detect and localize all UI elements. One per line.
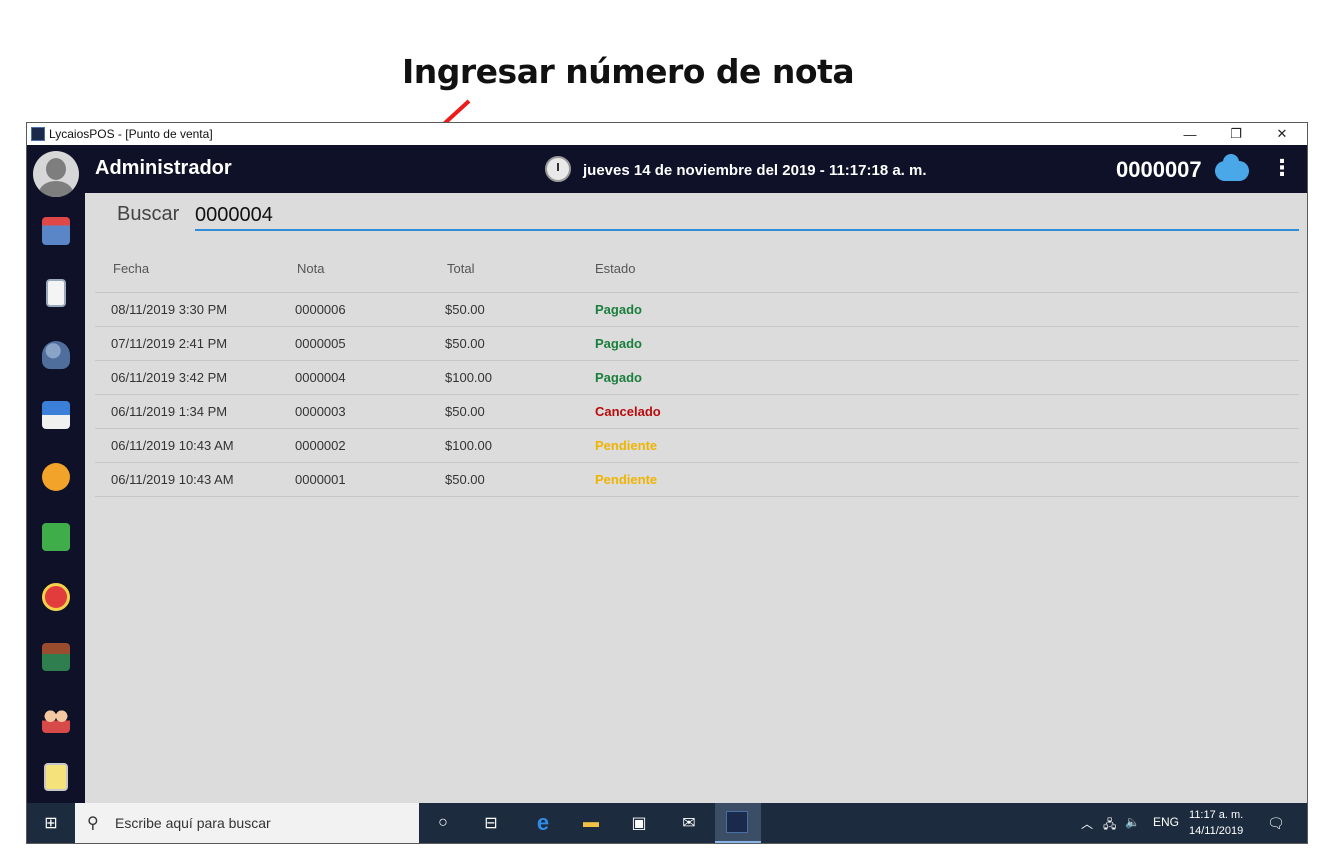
schedule-report-icon[interactable] bbox=[42, 401, 70, 429]
header-fecha[interactable]: Fecha bbox=[95, 261, 295, 276]
window-titlebar[interactable]: LycaiosPOS - [Punto de venta] — ❐ ✕ bbox=[27, 123, 1307, 145]
cortana-icon[interactable]: ○ bbox=[431, 811, 455, 835]
cell-total: $50.00 bbox=[445, 336, 485, 351]
task-view-icon[interactable]: ⊟ bbox=[479, 811, 503, 835]
file-explorer-icon[interactable]: ▬ bbox=[579, 811, 603, 835]
taskbar-search[interactable]: ⚲ Escribe aquí para buscar bbox=[75, 803, 419, 843]
phone-card-icon[interactable] bbox=[44, 763, 68, 791]
status-badge: Pagado bbox=[595, 302, 642, 317]
search-label: Buscar bbox=[117, 203, 180, 225]
main-content: Buscar Fecha Nota Total Estado 08/11/201… bbox=[85, 193, 1307, 803]
top-badge-icon[interactable] bbox=[42, 463, 70, 491]
sidebar bbox=[27, 145, 85, 803]
windows-start-icon[interactable]: ⊞ bbox=[27, 803, 75, 843]
more-menu-button[interactable]: ⋮ bbox=[1271, 155, 1293, 181]
table-row[interactable]: 06/11/2019 10:43 AM 0000002 $100.00 Pend… bbox=[95, 429, 1299, 463]
cell-fecha: 06/11/2019 10:43 AM bbox=[111, 472, 234, 487]
language-indicator[interactable]: ENG bbox=[1153, 815, 1179, 829]
mail-icon[interactable]: ✉ bbox=[677, 811, 701, 835]
cell-nota: 0000004 bbox=[295, 370, 346, 385]
receipt-icon[interactable] bbox=[46, 279, 66, 307]
table-row[interactable]: 06/11/2019 1:34 PM 0000003 $50.00 Cancel… bbox=[95, 395, 1299, 429]
search-input[interactable] bbox=[195, 201, 1299, 231]
cloud-sync-icon[interactable] bbox=[1215, 154, 1249, 181]
cell-fecha: 08/11/2019 3:30 PM bbox=[111, 302, 228, 317]
taskbar-search-placeholder: Escribe aquí para buscar bbox=[115, 815, 271, 831]
tray-date: 14/11/2019 bbox=[1189, 825, 1244, 837]
cart-icon[interactable] bbox=[42, 217, 70, 245]
timer-icon[interactable] bbox=[42, 583, 70, 611]
cell-fecha: 07/11/2019 2:41 PM bbox=[111, 336, 228, 351]
table-row[interactable]: 07/11/2019 2:41 PM 0000005 $50.00 Pagado bbox=[95, 327, 1299, 361]
clock-icon bbox=[545, 156, 571, 182]
cell-total: $100.00 bbox=[445, 438, 492, 453]
header-estado[interactable]: Estado bbox=[595, 261, 795, 276]
restore-button[interactable]: ❐ bbox=[1213, 123, 1259, 145]
table-row[interactable]: 06/11/2019 10:43 AM 0000001 $50.00 Pendi… bbox=[95, 463, 1299, 497]
table-row[interactable]: 08/11/2019 3:30 PM 0000006 $50.00 Pagado bbox=[95, 293, 1299, 327]
money-icon[interactable] bbox=[42, 523, 70, 551]
cell-nota: 0000002 bbox=[295, 438, 346, 453]
tray-time: 11:17 a. m. bbox=[1189, 809, 1244, 821]
cell-total: $50.00 bbox=[445, 302, 485, 317]
cell-nota: 0000001 bbox=[295, 472, 346, 487]
notifications-icon[interactable]: 🗨 bbox=[1267, 815, 1285, 832]
user-name: Administrador bbox=[95, 157, 232, 179]
status-badge: Pendiente bbox=[595, 472, 658, 487]
warehouse-icon[interactable] bbox=[42, 643, 70, 671]
table-row[interactable]: 06/11/2019 3:42 PM 0000004 $100.00 Pagad… bbox=[95, 361, 1299, 395]
search-icon: ⚲ bbox=[87, 815, 99, 832]
status-badge: Pagado bbox=[595, 336, 642, 351]
window-title: LycaiosPOS - [Punto de venta] bbox=[49, 127, 213, 141]
status-badge: Pendiente bbox=[595, 438, 658, 453]
users-icon[interactable] bbox=[42, 341, 70, 369]
cell-nota: 0000003 bbox=[295, 404, 346, 419]
header-total[interactable]: Total bbox=[445, 261, 595, 276]
close-button[interactable]: ✕ bbox=[1259, 123, 1305, 145]
cell-fecha: 06/11/2019 10:43 AM bbox=[111, 438, 234, 453]
windows-taskbar: ⊞ ⚲ Escribe aquí para buscar ○ ⊟ e ▬ ▣ ✉… bbox=[27, 803, 1307, 843]
app-header: Administrador jueves 14 de noviembre del… bbox=[27, 145, 1307, 193]
cell-total: $100.00 bbox=[445, 370, 492, 385]
edge-browser-icon[interactable]: e bbox=[531, 810, 555, 835]
status-badge: Cancelado bbox=[595, 404, 661, 419]
network-icon[interactable]: 🖧 bbox=[1103, 815, 1116, 836]
minimize-button[interactable]: — bbox=[1167, 123, 1213, 145]
store-icon[interactable]: ▣ bbox=[627, 811, 651, 835]
team-icon[interactable] bbox=[42, 705, 70, 733]
avatar[interactable] bbox=[33, 151, 79, 197]
current-datetime: jueves 14 de noviembre del 2019 - 11:17:… bbox=[583, 162, 927, 179]
annotation-title: Ingresar número de nota bbox=[402, 52, 855, 91]
screenshot: Ingresar número de nota LycaiosPOS - [Pu… bbox=[0, 0, 1334, 863]
tray-clock[interactable]: 11:17 a. m. 14/11/2019 bbox=[1189, 807, 1243, 839]
cell-nota: 0000006 bbox=[295, 302, 346, 317]
tray-chevron-icon[interactable]: ︿ bbox=[1081, 815, 1093, 832]
cell-nota: 0000005 bbox=[295, 336, 346, 351]
current-note-number: 0000007 bbox=[1116, 157, 1202, 182]
volume-icon[interactable]: 🔈 bbox=[1125, 815, 1140, 829]
cell-fecha: 06/11/2019 1:34 PM bbox=[111, 404, 228, 419]
lycaios-taskbar-icon bbox=[726, 811, 748, 833]
header-nota[interactable]: Nota bbox=[295, 261, 445, 276]
table-header: Fecha Nota Total Estado bbox=[95, 245, 1299, 293]
notes-table: Fecha Nota Total Estado 08/11/2019 3:30 … bbox=[95, 245, 1299, 497]
status-badge: Pagado bbox=[595, 370, 642, 385]
lycaios-app-icon bbox=[31, 127, 45, 141]
cell-total: $50.00 bbox=[445, 472, 485, 487]
app-window: LycaiosPOS - [Punto de venta] — ❐ ✕ Admi… bbox=[26, 122, 1308, 844]
cell-total: $50.00 bbox=[445, 404, 485, 419]
cell-fecha: 06/11/2019 3:42 PM bbox=[111, 370, 228, 385]
